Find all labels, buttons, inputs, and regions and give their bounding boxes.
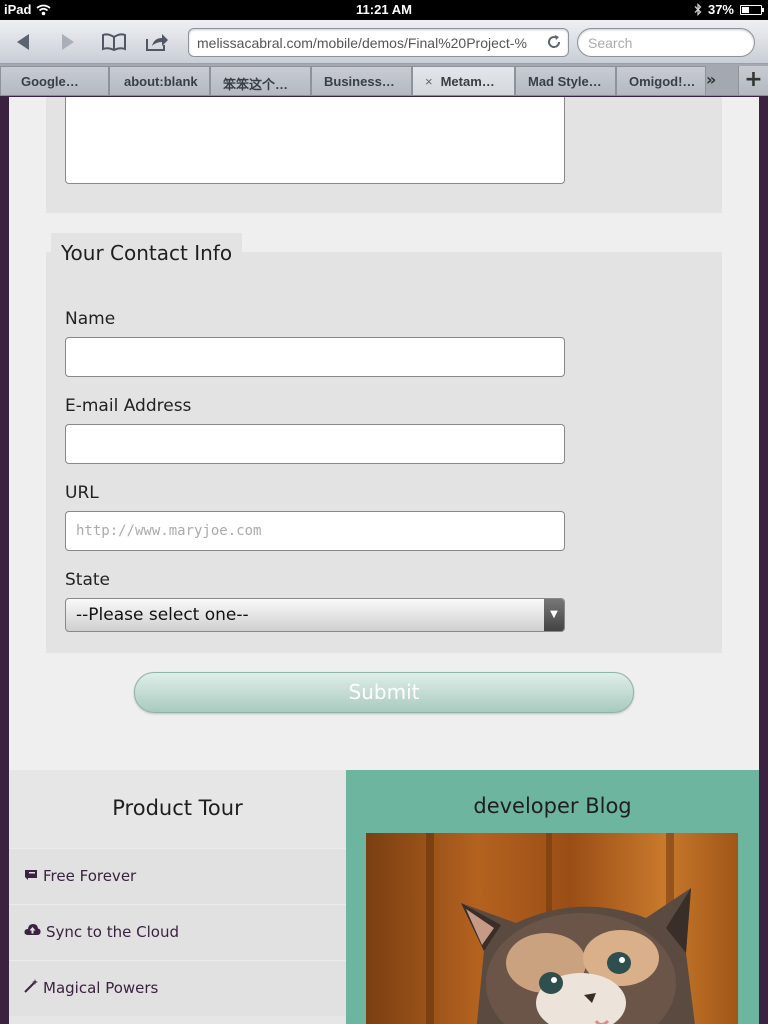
- email-field[interactable]: [65, 424, 565, 464]
- state-label: State: [65, 570, 110, 590]
- book-icon: [102, 33, 126, 51]
- tab-label: about:blank: [124, 74, 198, 89]
- tour-item-free-forever[interactable]: Free Forever: [9, 848, 346, 904]
- ticket-icon: [25, 870, 37, 880]
- add-tab-button[interactable]: +: [738, 66, 768, 95]
- url-input[interactable]: http://www.maryjoe.com: [65, 511, 565, 551]
- name-label: Name: [65, 309, 116, 329]
- search-field[interactable]: Search: [577, 28, 755, 57]
- url-label: URL: [65, 483, 99, 503]
- tab-omigod[interactable]: Omigod!…: [616, 66, 706, 95]
- tab-metam[interactable]: × Metam…: [412, 66, 515, 95]
- tab-business[interactable]: Business…: [311, 66, 412, 95]
- state-selected-value: --Please select one--: [76, 605, 249, 625]
- more-tabs-button[interactable]: »: [706, 70, 730, 90]
- developer-blog-title: developer Blog: [473, 794, 632, 818]
- tab-close-icon[interactable]: ×: [425, 74, 433, 89]
- url-field[interactable]: melissacabral.com/mobile/demos/Final%20P…: [188, 28, 569, 57]
- battery-percent: 37%: [707, 2, 734, 17]
- cloud-upload-icon: [24, 924, 41, 935]
- tab-label: Metam…: [440, 74, 495, 89]
- tab-label: Business…: [324, 74, 395, 89]
- share-button[interactable]: [142, 27, 172, 57]
- tour-item-magical-powers[interactable]: Magical Powers: [9, 960, 346, 1016]
- message-textarea[interactable]: [65, 97, 565, 184]
- tab-google[interactable]: Google…: [0, 66, 109, 95]
- contact-legend: Your Contact Info: [51, 233, 243, 273]
- tour-item-label: Sync to the Cloud: [46, 923, 179, 941]
- share-icon: [146, 34, 168, 51]
- status-bar: iPad 11:21 AM 37%: [0, 0, 768, 20]
- tab-bar: Google… about:blank 笨笨这个… Business… × Met…: [0, 64, 768, 96]
- browser-toolbar: melissacabral.com/mobile/demos/Final%20P…: [0, 20, 768, 64]
- state-select[interactable]: --Please select one-- ▼: [65, 598, 565, 632]
- tab-label: Omigod!…: [629, 74, 696, 89]
- bookmarks-button[interactable]: [99, 27, 129, 57]
- battery-icon: [740, 4, 764, 15]
- dropdown-arrow-icon: ▼: [544, 599, 564, 631]
- bluetooth-icon: [694, 3, 702, 16]
- reload-icon[interactable]: [546, 34, 562, 50]
- web-page: Your Contact Info Name E-mail Address UR…: [9, 97, 759, 1024]
- tab-label: Mad Style…: [528, 74, 602, 89]
- product-tour-title: Product Tour: [112, 796, 243, 820]
- kitten-photo[interactable]: [366, 833, 738, 1024]
- tour-item-label: Free Forever: [43, 867, 137, 885]
- magic-wand-icon: [24, 979, 38, 993]
- search-placeholder: Search: [588, 35, 633, 51]
- kitten-illustration: [366, 833, 738, 1024]
- tour-item-sync-cloud[interactable]: Sync to the Cloud: [9, 904, 346, 960]
- forward-button[interactable]: [53, 27, 83, 57]
- back-button[interactable]: [8, 27, 38, 57]
- url-text: melissacabral.com/mobile/demos/Final%20P…: [197, 35, 527, 51]
- forward-arrow-icon: [62, 34, 74, 50]
- developer-blog-panel: developer Blog: [346, 770, 759, 1024]
- name-field[interactable]: [65, 337, 565, 377]
- url-placeholder: http://www.maryjoe.com: [76, 523, 262, 539]
- product-tour-panel: Product Tour Free Forever Sync to the Cl…: [9, 770, 346, 1024]
- back-arrow-icon: [17, 34, 29, 50]
- email-label: E-mail Address: [65, 396, 192, 416]
- tab-label: Google…: [21, 74, 79, 89]
- tab-about-blank[interactable]: about:blank: [109, 66, 210, 95]
- clock: 11:21 AM: [356, 2, 412, 17]
- tab-mad-style[interactable]: Mad Style…: [515, 66, 616, 95]
- tab-label: 笨笨这个…: [223, 77, 289, 92]
- submit-button[interactable]: Submit: [134, 672, 634, 713]
- tour-item-label: Magical Powers: [43, 979, 159, 997]
- tab-chinese[interactable]: 笨笨这个…: [210, 66, 311, 95]
